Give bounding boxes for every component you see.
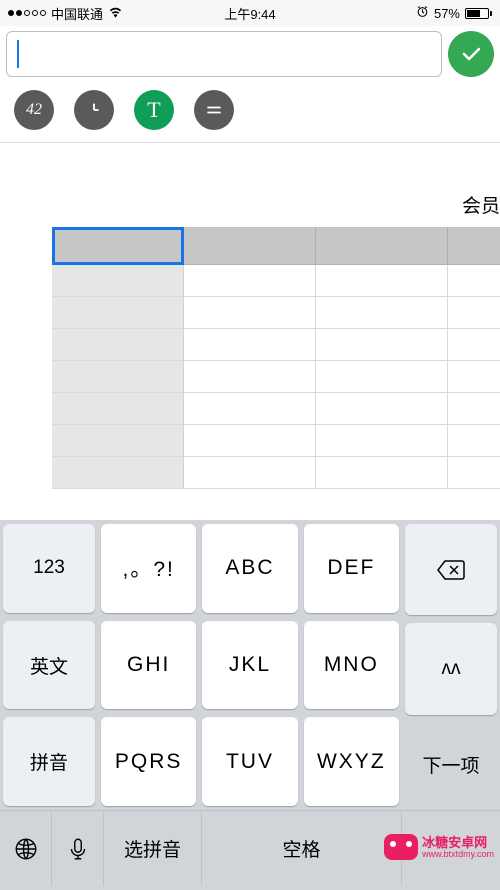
key-backspace[interactable]	[405, 524, 497, 615]
backspace-icon	[436, 559, 466, 581]
formula-input[interactable]	[6, 31, 442, 77]
check-icon	[459, 42, 483, 66]
watermark-icon	[384, 834, 418, 860]
battery-percent: 57%	[434, 6, 460, 21]
key-ghi[interactable]: GHI	[101, 621, 196, 710]
key-pinyin[interactable]: 拼音	[3, 717, 95, 806]
key-jkl[interactable]: JKL	[202, 621, 297, 710]
wifi-icon	[108, 6, 123, 21]
globe-icon	[13, 836, 39, 862]
watermark-name: 冰糖安卓网	[422, 836, 494, 849]
grid[interactable]	[52, 227, 500, 489]
alarm-icon	[416, 5, 429, 21]
sheet-title: 会员	[462, 191, 500, 218]
confirm-button[interactable]	[448, 31, 494, 77]
key-punct[interactable]: ,。?!	[101, 524, 196, 613]
key-reinput[interactable]: ᴧᴧ	[405, 623, 497, 714]
key-mic[interactable]	[52, 811, 104, 886]
cell-selected[interactable]	[52, 227, 184, 265]
key-def[interactable]: DEF	[304, 524, 399, 613]
more-formats-button[interactable]	[194, 90, 234, 130]
table-row	[52, 297, 500, 329]
watermark-url: www.btxtdmy.com	[422, 849, 494, 859]
clock-label: 上午9:44	[224, 4, 275, 23]
signal-strength-icon	[8, 10, 46, 16]
table-row	[52, 393, 500, 425]
menu-icon	[204, 100, 224, 120]
formula-bar	[0, 26, 500, 82]
key-english[interactable]: 英文	[3, 621, 95, 710]
key-mno[interactable]: MNO	[304, 621, 399, 710]
watermark: 冰糖安卓网 www.btxtdmy.com	[384, 834, 494, 860]
key-select-pinyin[interactable]: 选拼音	[104, 811, 202, 886]
table-row	[52, 265, 500, 297]
status-bar: 中国联通 上午9:44 57%	[0, 0, 500, 26]
table-row	[52, 329, 500, 361]
table-row	[52, 361, 500, 393]
carrier-label: 中国联通	[51, 4, 103, 23]
key-pqrs[interactable]: PQRS	[101, 717, 196, 806]
time-format-button[interactable]	[74, 90, 114, 130]
key-numbers[interactable]: 123	[3, 524, 95, 613]
header-row	[52, 227, 500, 265]
mic-icon	[65, 836, 91, 862]
key-tuv[interactable]: TUV	[202, 717, 297, 806]
table-row	[52, 425, 500, 457]
column-header[interactable]	[448, 227, 500, 265]
spreadsheet-area[interactable]: 会员	[0, 143, 500, 523]
text-format-button[interactable]: T	[134, 90, 174, 130]
battery-icon	[465, 8, 492, 19]
key-space[interactable]: 空格	[202, 811, 402, 886]
text-cursor	[17, 40, 19, 68]
column-header[interactable]	[316, 227, 448, 265]
key-next[interactable]: 下一项	[402, 719, 500, 810]
table-row	[52, 457, 500, 489]
key-wxyz[interactable]: WXYZ	[304, 717, 399, 806]
key-abc[interactable]: ABC	[202, 524, 297, 613]
clock-icon	[83, 99, 105, 121]
number-format-button[interactable]: 42	[14, 90, 54, 130]
format-toolbar: 42 T	[0, 82, 500, 142]
column-header[interactable]	[184, 227, 316, 265]
key-globe[interactable]	[0, 811, 52, 886]
